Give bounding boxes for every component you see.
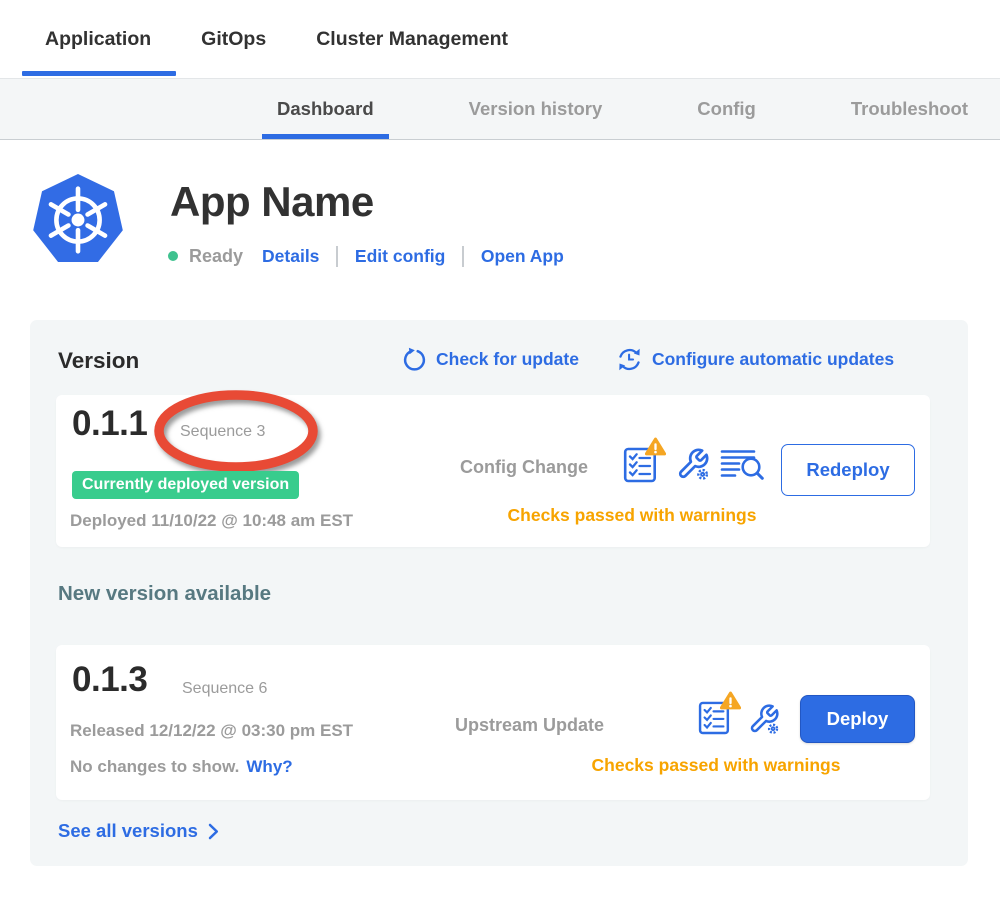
app-status-row: Ready Details Edit config Open App bbox=[168, 243, 564, 269]
configure-automatic-updates-link[interactable]: Configure automatic updates bbox=[616, 346, 894, 373]
topnav-item-cluster-management[interactable]: Cluster Management bbox=[316, 0, 508, 78]
topnav-label-cluster-management: Cluster Management bbox=[316, 28, 508, 51]
tab-version-history[interactable]: Version history bbox=[469, 79, 603, 139]
warning-triangle-icon bbox=[720, 691, 741, 710]
new-version-heading: New version available bbox=[58, 582, 271, 606]
tab-label-config: Config bbox=[697, 98, 756, 120]
open-app-link[interactable]: Open App bbox=[481, 246, 564, 267]
version-source-label: Config Change bbox=[460, 457, 588, 478]
edit-config-link[interactable]: Edit config bbox=[355, 246, 445, 267]
active-nav-underline bbox=[22, 71, 176, 77]
warning-triangle-icon bbox=[645, 437, 666, 456]
check-for-update-link[interactable]: Check for update bbox=[402, 347, 579, 372]
version-section: Version Check for update bbox=[30, 320, 968, 866]
kubernetes-logo-icon bbox=[32, 172, 124, 268]
topnav-label-application: Application bbox=[45, 28, 151, 51]
deployed-timestamp: Deployed 11/10/22 @ 10:48 am EST bbox=[70, 511, 353, 531]
status-label: Ready bbox=[189, 246, 243, 267]
topnav-item-gitops[interactable]: GitOps bbox=[201, 0, 266, 78]
no-changes-row: No changes to show. Why? bbox=[70, 757, 293, 777]
released-timestamp: Released 12/12/22 @ 03:30 pm EST bbox=[70, 721, 353, 741]
tab-dashboard[interactable]: Dashboard bbox=[277, 79, 374, 139]
active-tab-underline bbox=[262, 134, 389, 139]
tab-label-troubleshoot: Troubleshoot bbox=[851, 98, 968, 120]
version-section-title: Version bbox=[58, 348, 139, 374]
version-actions: Check for update Configure automatic upd… bbox=[402, 346, 894, 373]
tab-label-version-history: Version history bbox=[469, 98, 603, 120]
available-version-number: 0.1.3 bbox=[72, 660, 147, 700]
available-checks-status: Checks passed with warnings bbox=[576, 755, 856, 776]
current-version-sequence: Sequence 3 bbox=[180, 423, 265, 441]
app-title: App Name bbox=[170, 178, 374, 226]
status-dot-icon bbox=[168, 251, 178, 261]
top-nav: Application GitOps Cluster Management bbox=[0, 0, 1000, 78]
sub-nav: Dashboard Version history Config Trouble… bbox=[0, 78, 1000, 140]
current-version-number: 0.1.1 bbox=[72, 404, 147, 444]
current-version-card: 0.1.1 Sequence 3 Currently deployed vers… bbox=[56, 395, 930, 547]
no-changes-label: No changes to show. bbox=[70, 757, 239, 777]
auto-update-icon bbox=[616, 346, 643, 373]
topnav-item-application[interactable]: Application bbox=[45, 0, 151, 78]
tab-label-dashboard: Dashboard bbox=[277, 98, 374, 120]
available-version-sequence: Sequence 6 bbox=[182, 680, 267, 698]
why-link[interactable]: Why? bbox=[246, 757, 292, 777]
deployed-badge: Currently deployed version bbox=[72, 471, 299, 499]
refresh-icon bbox=[402, 347, 427, 372]
preflight-checks-icon[interactable] bbox=[623, 446, 659, 484]
configure-automatic-updates-label: Configure automatic updates bbox=[652, 349, 894, 370]
page: Application GitOps Cluster Management Da… bbox=[0, 0, 1000, 898]
current-checks-status: Checks passed with warnings bbox=[486, 505, 778, 526]
deploy-button[interactable]: Deploy bbox=[800, 695, 915, 743]
preflight-checks-icon[interactable] bbox=[698, 700, 734, 738]
version-source-label: Upstream Update bbox=[455, 715, 604, 736]
chevron-right-icon bbox=[208, 823, 219, 840]
available-version-card: 0.1.3 Sequence 6 Released 12/12/22 @ 03:… bbox=[56, 645, 930, 800]
config-wrench-icon[interactable] bbox=[676, 447, 710, 481]
tab-troubleshoot[interactable]: Troubleshoot bbox=[851, 79, 968, 139]
see-all-versions-label: See all versions bbox=[58, 820, 198, 842]
see-all-versions-link[interactable]: See all versions bbox=[58, 820, 219, 842]
divider bbox=[336, 246, 338, 267]
app-header: App Name Ready Details Edit config Open … bbox=[0, 160, 1000, 290]
check-for-update-label: Check for update bbox=[436, 349, 579, 370]
config-wrench-icon[interactable] bbox=[748, 703, 782, 737]
details-link[interactable]: Details bbox=[262, 246, 319, 267]
redeploy-button[interactable]: Redeploy bbox=[781, 444, 915, 496]
tab-config[interactable]: Config bbox=[697, 79, 756, 139]
divider bbox=[462, 246, 464, 267]
release-notes-icon[interactable] bbox=[720, 448, 765, 481]
topnav-label-gitops: GitOps bbox=[201, 28, 266, 51]
